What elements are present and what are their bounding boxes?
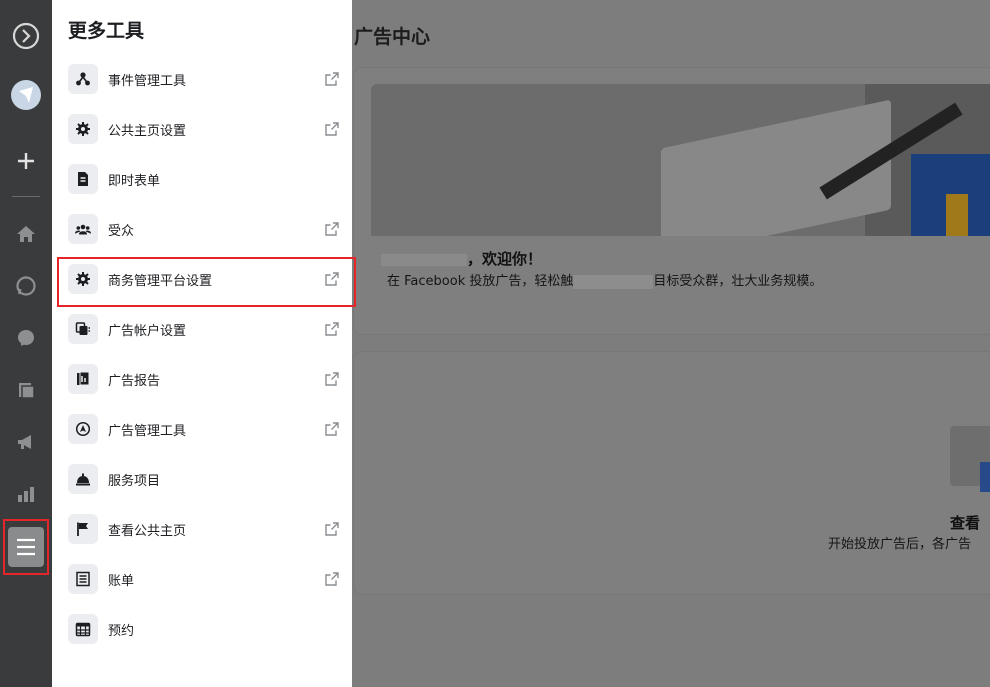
menu-item-instant-forms[interactable]: 即时表单 xyxy=(68,160,342,198)
menu-item-label: 公共主页设置 xyxy=(108,123,187,139)
external-link-icon xyxy=(325,222,339,236)
external-link-icon xyxy=(325,322,339,336)
menu-item-ad-reports[interactable]: 广告报告 xyxy=(68,360,342,398)
menu-item-events-manager[interactable]: 事件管理工具 xyxy=(68,60,342,98)
menu-item-label: 查看公共主页 xyxy=(108,523,187,539)
card-title: 查看 xyxy=(950,514,981,532)
billing-icon xyxy=(68,564,98,594)
audience-icon xyxy=(68,214,98,244)
welcome-card: ，欢迎你！ 在 Facebook 投放广告，轻松触 目标受众群，壮大业务规模。 xyxy=(354,68,990,334)
ads-manager-icon xyxy=(68,414,98,444)
menu-item-audience[interactable]: 受众 xyxy=(68,210,342,248)
menu-item-ad-account-settings[interactable]: 广告帐户设置 xyxy=(68,310,342,348)
card-subtitle: 开始投放广告后，各广告 xyxy=(828,537,972,552)
welcome-subline: 在 Facebook 投放广告，轻松触 目标受众群，壮大业务规模。 xyxy=(387,274,823,289)
menu-item-label: 受众 xyxy=(108,223,135,239)
menu-item-services[interactable]: 服务项目 xyxy=(68,460,342,498)
flag-icon xyxy=(68,514,98,544)
external-link-icon xyxy=(325,372,339,386)
menu-item-page-settings[interactable]: 公共主页设置 xyxy=(68,110,342,148)
left-nav-rail xyxy=(0,0,52,687)
menu-item-ads-manager[interactable]: 广告管理工具 xyxy=(68,410,342,448)
ads-overview-card: 查看 开始投放广告后，各广告 xyxy=(354,352,990,594)
menu-item-view-page[interactable]: 查看公共主页 xyxy=(68,510,342,548)
external-link-icon xyxy=(325,572,339,586)
menu-item-appointments[interactable]: 预约 xyxy=(68,610,342,648)
messenger-icon[interactable] xyxy=(8,320,44,356)
external-link-icon xyxy=(325,72,339,86)
calendar-icon xyxy=(68,614,98,644)
welcome-banner-illustration xyxy=(371,84,990,236)
hamburger-menu-icon xyxy=(8,527,44,567)
home-icon[interactable] xyxy=(8,216,44,252)
more-tools-menu-button[interactable] xyxy=(3,519,49,575)
menu-item-label: 广告帐户设置 xyxy=(108,323,187,339)
drawer-title: 更多工具 xyxy=(68,20,145,42)
welcome-heading: ，欢迎你！ xyxy=(381,248,542,269)
menu-item-label: 事件管理工具 xyxy=(108,73,187,89)
insights-bar-chart-icon[interactable] xyxy=(8,476,44,512)
rail-divider xyxy=(12,196,40,197)
ad-center-main: 广告中心 ，欢迎你！ 在 Facebook 投放广告，轻松触 目标受众群，壮大业务… xyxy=(352,0,990,687)
report-icon xyxy=(68,364,98,394)
menu-item-label: 即时表单 xyxy=(108,173,161,189)
external-link-icon xyxy=(325,522,339,536)
external-link-icon xyxy=(325,122,339,136)
events-manager-icon xyxy=(68,64,98,94)
page-title: 广告中心 xyxy=(354,26,431,48)
menu-item-label: 广告管理工具 xyxy=(108,423,187,439)
more-tools-drawer: 更多工具 事件管理工具 公共主页设置 即时表单 受众 商务管理平台设置 广告帐户… xyxy=(52,0,352,687)
menu-item-label: 广告报告 xyxy=(108,373,161,389)
meta-logo-icon[interactable] xyxy=(8,18,44,54)
menu-item-label: 账单 xyxy=(108,573,135,589)
external-link-icon xyxy=(325,422,339,436)
posts-icon[interactable] xyxy=(8,372,44,408)
service-bell-icon xyxy=(68,464,98,494)
form-icon xyxy=(68,164,98,194)
menu-item-label: 预约 xyxy=(108,623,135,639)
create-plus-icon[interactable] xyxy=(8,143,44,179)
ad-account-icon xyxy=(68,314,98,344)
highlight-annotation-box xyxy=(57,257,356,307)
megaphone-icon[interactable] xyxy=(8,424,44,460)
page-avatar[interactable] xyxy=(8,77,44,113)
menu-item-billing[interactable]: 账单 xyxy=(68,560,342,598)
whatsapp-icon[interactable] xyxy=(8,268,44,304)
gear-icon xyxy=(68,114,98,144)
menu-item-label: 服务项目 xyxy=(108,473,161,489)
